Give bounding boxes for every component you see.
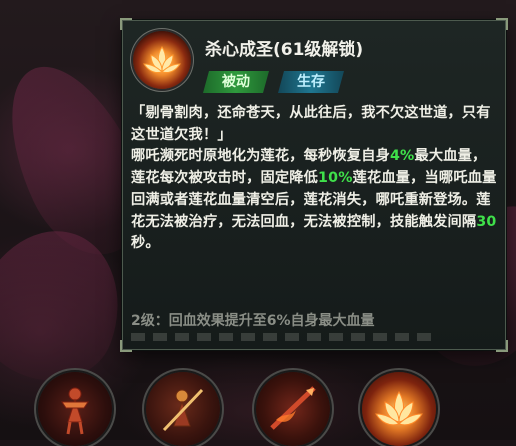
nezha-figure-icon <box>61 387 89 435</box>
lotus-flame-icon <box>375 391 423 426</box>
level-2-upgrade-note: 2级：回血效果提升至6%自身最大血量 <box>131 313 375 329</box>
skill-tooltip: 杀心成圣(61级解锁) 被动 生存 「剔骨割肉，还命苍天，从此往后，我不欠这世道… <box>120 18 508 352</box>
quote-text: 「剔骨割肉，还命苍天，从此往后，我不欠这世道，只有这世道欠我！」 <box>131 105 491 143</box>
faded-text-line <box>131 333 431 341</box>
desc-text: 哪吒濒死时原地化为莲花，每秒恢复自身 <box>131 148 390 165</box>
skill-slot-1[interactable] <box>38 372 112 446</box>
cooldown-seconds: 30 <box>476 213 497 230</box>
heal-percent: 4% <box>389 148 415 165</box>
skill-title: 杀心成圣(61级解锁) <box>205 40 364 60</box>
skill-slot-3[interactable] <box>256 372 330 446</box>
passive-tag: 被动 <box>203 71 269 93</box>
lotus-flame-icon <box>133 31 191 89</box>
damage-reduction-percent: 10% <box>318 170 353 187</box>
nezha-spear-icon <box>162 388 204 432</box>
skill-slot-4[interactable] <box>362 372 436 446</box>
skill-slot-2[interactable] <box>146 372 220 446</box>
survive-tag: 生存 <box>278 71 344 93</box>
skill-description: 「剔骨割肉，还命苍天，从此往后，我不欠这世道，只有这世道欠我！」 哪吒濒死时原地… <box>131 103 497 255</box>
desc-text: 秒。 <box>131 235 160 252</box>
fire-spear-icon <box>270 386 316 430</box>
